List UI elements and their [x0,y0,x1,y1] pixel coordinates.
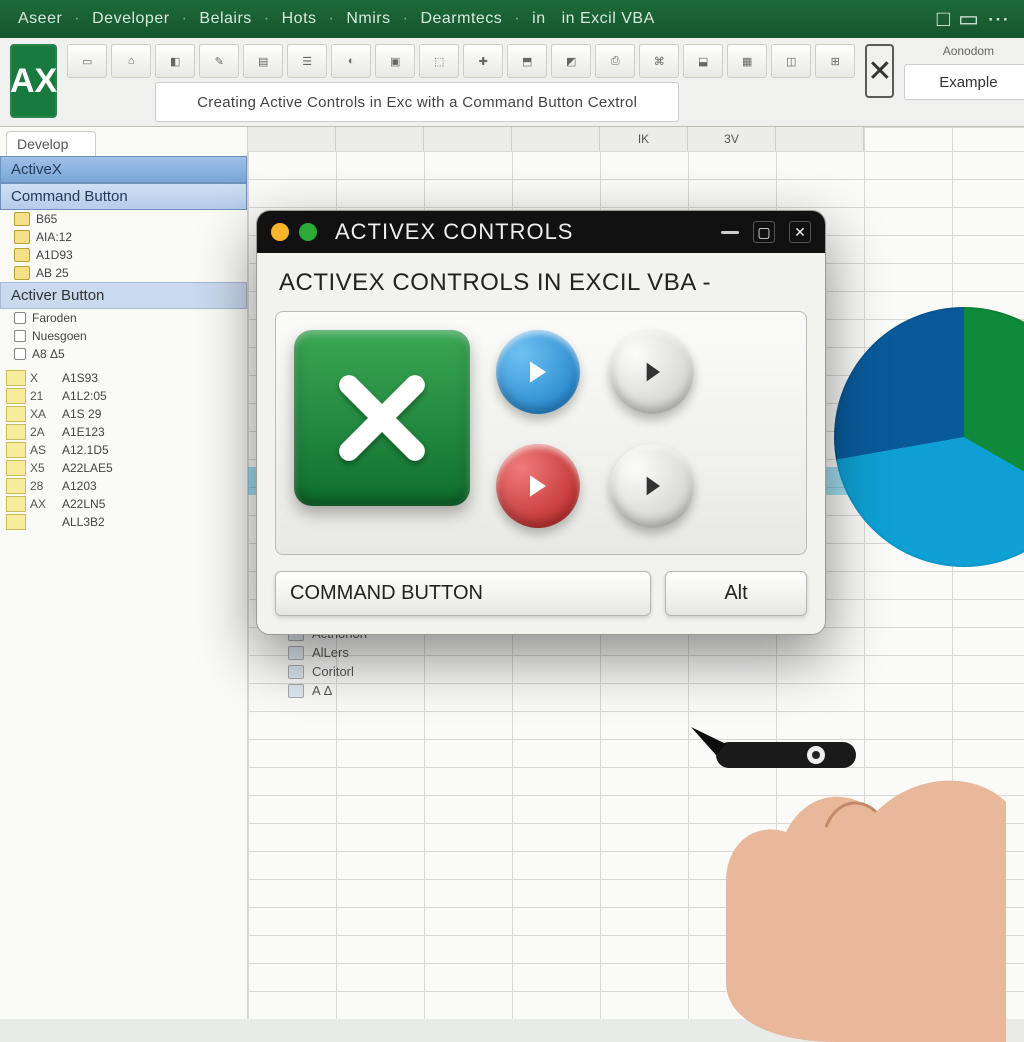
list-item[interactable]: Nuesgoen [0,327,247,345]
ribbon-icon[interactable]: ⊞ [815,44,855,78]
column-header[interactable] [424,127,512,151]
ribbon-icon[interactable]: ◐ [331,44,371,78]
ribbon-icon[interactable]: ⬚ [419,44,459,78]
table-row[interactable]: XA1S93 [0,369,247,387]
ribbon-icon[interactable]: ▤ [243,44,283,78]
table-row[interactable]: 2AA1E123 [0,423,247,441]
ribbon-icon[interactable]: ▦ [727,44,767,78]
ribbon-label: Aonodom [904,44,1024,58]
list-item[interactable]: AlLers [288,643,367,662]
dialog-panel [275,311,807,555]
ribbon-icon[interactable]: ⬓ [683,44,723,78]
excel-x-button[interactable] [294,330,470,506]
ribbon-icon[interactable]: ✚ [463,44,503,78]
menu-item[interactable]: in Excil VBA [558,8,659,30]
table-row[interactable]: X5A22LAE5 [0,459,247,477]
menu-item[interactable]: in [528,8,549,30]
table-row[interactable]: ALL3B2 [0,513,247,531]
table-row[interactable]: XAA1S 29 [0,405,247,423]
activex-dialog: ACTIVEX CONTROLS ▢ ✕ ACTIVEX CONTROLS IN… [256,210,826,635]
next-button[interactable] [610,330,694,414]
dialog-title: ACTIVEX CONTROLS [335,219,573,245]
command-button[interactable]: COMMAND BUTTON [275,571,651,616]
column-header[interactable]: 3V [688,127,776,151]
panel-header-activex: ActiveX [0,156,247,183]
ribbon-icon[interactable]: ◫ [771,44,811,78]
menubar: Aseer· Developer· Belairs· Hots· Nmirs· … [0,0,1024,38]
column-header[interactable] [512,127,600,151]
list-item[interactable]: AIA:12 [0,228,247,246]
menu-item[interactable]: Aseer [14,8,66,30]
list-item[interactable]: Coritorl [288,662,367,681]
blue-arrow-button[interactable] [496,330,580,414]
ribbon-icon[interactable]: ☰ [287,44,327,78]
ribbon-icon[interactable]: ✎ [199,44,239,78]
ribbon-icon[interactable]: ⬒ [507,44,547,78]
column-header[interactable] [248,127,336,151]
list-item[interactable]: B65 [0,210,247,228]
table-row[interactable]: 21A1L2:05 [0,387,247,405]
ribbon-icon[interactable]: ⌂ [111,44,151,78]
ribbon-icon[interactable]: ⌘ [639,44,679,78]
app-logo: AX [10,44,57,118]
list-item[interactable]: A8 Δ5 [0,345,247,363]
table-row[interactable]: ASA12.1D5 [0,441,247,459]
develop-tab[interactable]: Develop [6,131,96,156]
ribbon-icon[interactable]: ⎙ [595,44,635,78]
column-header[interactable] [776,127,864,151]
ribbon-icons: ▭ ⌂ ◧ ✎ ▤ ☰ ◐ ▣ ⬚ ✚ ⬒ ◩ ⎙ ⌘ ⬓ ▦ ◫ ⊞ Crea… [67,44,855,116]
minimize-icon[interactable] [721,231,739,234]
panel-subheader[interactable]: Activer Button [0,282,247,309]
ribbon: AX ▭ ⌂ ◧ ✎ ▤ ☰ ◐ ▣ ⬚ ✚ ⬒ ◩ ⎙ ⌘ ⬓ ▦ ◫ ⊞ C… [0,38,1024,127]
window-controls[interactable]: □ ▭ ⋯ [937,6,1010,32]
dialog-heading: ACTIVEX CONTROLS IN EXCIL VBA - [279,269,803,297]
menu-item[interactable]: Belairs [195,8,255,30]
alt-button[interactable]: Alt [665,571,807,616]
traffic-green-icon[interactable] [299,223,317,241]
menu-item-developer[interactable]: Developer [88,8,173,30]
column-header[interactable]: IK [600,127,688,151]
dialog-titlebar[interactable]: ACTIVEX CONTROLS ▢ ✕ [257,211,825,253]
column-headers: IK 3V [248,127,1024,151]
example-button[interactable]: Example [904,64,1024,100]
close-icon[interactable]: ✕ [789,221,811,243]
column-header[interactable] [336,127,424,151]
list-item[interactable]: Faroden [0,309,247,327]
table-row[interactable]: 28A1203 [0,477,247,495]
traffic-yellow-icon[interactable] [271,223,289,241]
left-panel: Develop ActiveX Command Button B65 AIA:1… [0,127,248,1019]
x-icon: ✕ [865,44,894,98]
panel-header-command-button[interactable]: Command Button [0,183,247,210]
property-table: XA1S93 21A1L2:05 XAA1S 29 2AA1E123 ASA12… [0,369,247,531]
ribbon-icon[interactable]: ▭ [67,44,107,78]
list-item[interactable]: A Δ [288,681,367,700]
menu-item[interactable]: Dearmtecs [416,8,506,30]
red-arrow-button[interactable] [496,444,580,528]
ribbon-icon[interactable]: ◧ [155,44,195,78]
list-item[interactable]: A1D93 [0,246,247,264]
menu-item[interactable]: Hots [278,8,321,30]
ribbon-icon[interactable]: ◩ [551,44,591,78]
ribbon-icon[interactable]: ▣ [375,44,415,78]
play-button[interactable] [610,444,694,528]
pie-chart [834,307,1024,567]
list-item[interactable]: AB 25 [0,264,247,282]
menu-item[interactable]: Nmirs [342,8,394,30]
table-row[interactable]: AXA22LN5 [0,495,247,513]
maximize-icon[interactable]: ▢ [753,221,775,243]
ribbon-banner: Creating Active Controls in Exc with a C… [155,82,679,122]
